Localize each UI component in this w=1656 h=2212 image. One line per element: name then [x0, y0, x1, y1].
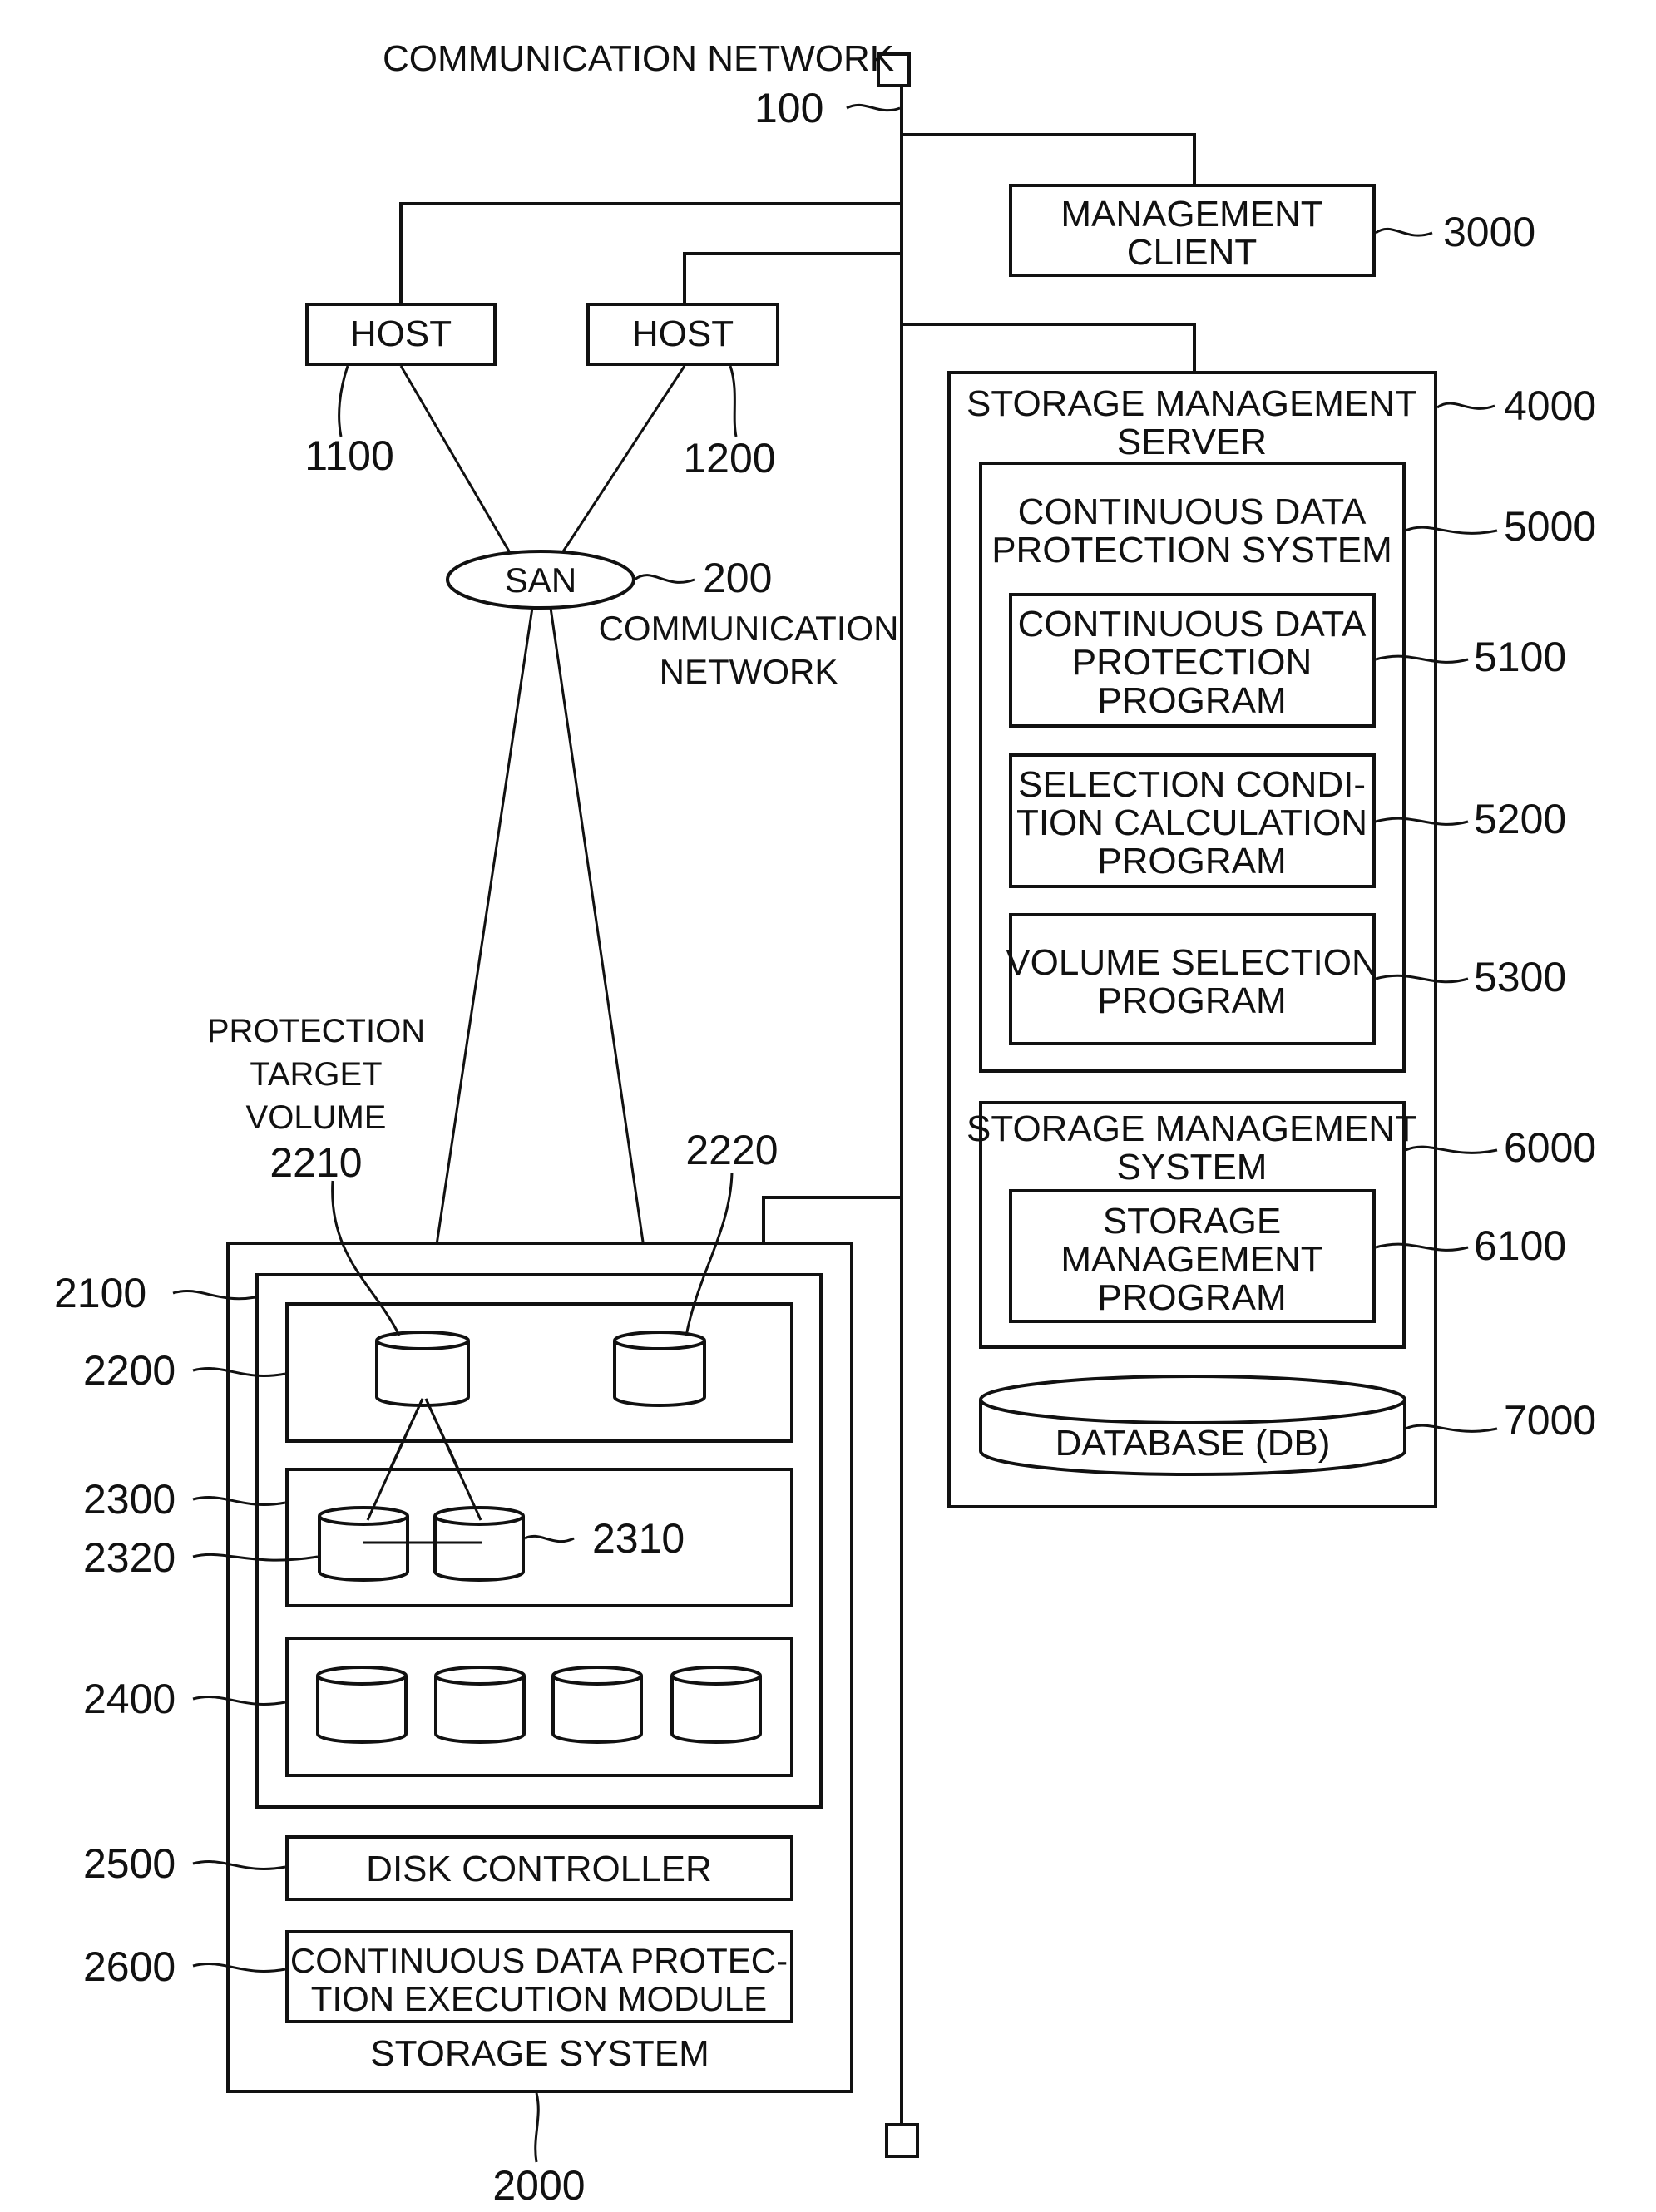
bus-terminator-bottom — [885, 2123, 919, 2158]
ref-2500: 2500 — [83, 1840, 175, 1887]
management-client-ref: 3000 — [1443, 209, 1535, 255]
san-ref: 200 — [703, 555, 772, 601]
link-management-client — [902, 133, 1196, 185]
volume-2220[interactable] — [613, 1331, 706, 1407]
volume-selection-program[interactable]: VOLUME SELECTION PROGRAM — [1006, 913, 1378, 1045]
ref-2100: 2100 — [54, 1270, 146, 1316]
link-san-2210 — [421, 607, 534, 1340]
cdp-system-line1: CONTINUOUS DATA — [1018, 491, 1367, 532]
host-1100-ref: 1100 — [304, 432, 394, 479]
host-1100-label: HOST — [350, 314, 452, 354]
network-title: COMMUNICATION NETWORK — [383, 38, 894, 79]
link-host2-san — [552, 365, 686, 566]
leader-1200 — [729, 365, 738, 437]
ref-2200: 2200 — [83, 1347, 175, 1394]
sccp-line2: TION CALCULATION — [1016, 802, 1367, 843]
smp-line3: PROGRAM — [1097, 1277, 1286, 1318]
cdp-module-line2: TION EXECUTION MODULE — [311, 1979, 767, 2018]
network-ref: 100 — [754, 85, 823, 131]
physical-disk — [316, 1666, 408, 1744]
management-client-line2: CLIENT — [1127, 232, 1257, 273]
protection-target-line1: PROTECTION — [207, 1013, 425, 1049]
leader-3000 — [1375, 227, 1433, 237]
database-ref: 7000 — [1504, 1397, 1596, 1444]
server-ref: 4000 — [1504, 383, 1596, 429]
link-host-1200 — [683, 252, 902, 304]
ref-2300: 2300 — [83, 1476, 175, 1523]
sms-line2: SYSTEM — [1117, 1147, 1268, 1187]
leader-200 — [634, 574, 695, 584]
link-san-2220 — [549, 607, 659, 1340]
protection-target-line3: VOLUME — [246, 1099, 387, 1136]
sms-ref: 6000 — [1504, 1124, 1596, 1171]
cdp-system-ref: 5000 — [1504, 503, 1596, 550]
disk-controller-label: DISK CONTROLLER — [366, 1849, 712, 1889]
host-1200-ref: 1200 — [683, 435, 775, 481]
cdp-program-ref: 5100 — [1474, 634, 1566, 680]
logical-volume-area-2200 — [285, 1302, 793, 1443]
cdp-program[interactable]: CONTINUOUS DATA PROTECTION PROGRAM — [1009, 593, 1376, 728]
host-1200[interactable]: HOST — [586, 303, 779, 366]
host-1100[interactable]: HOST — [305, 303, 497, 366]
link-storage-system — [762, 1196, 902, 1243]
sccp-line1: SELECTION CONDI- — [1018, 764, 1366, 805]
link-server — [902, 323, 1196, 373]
cdp-program-line1: CONTINUOUS DATA — [1018, 604, 1367, 644]
storage-system-label: STORAGE SYSTEM — [370, 2033, 709, 2074]
leader-4000 — [1436, 402, 1495, 410]
cdp-program-line2: PROTECTION — [1072, 642, 1312, 683]
smp-line2: MANAGEMENT — [1060, 1239, 1322, 1280]
physical-disk — [434, 1666, 526, 1744]
physical-disk — [670, 1666, 762, 1744]
ref-2320: 2320 — [83, 1534, 175, 1581]
cdp-system-line2: PROTECTION SYSTEM — [991, 530, 1392, 570]
protection-target-volume-2210[interactable] — [375, 1331, 470, 1407]
vsp-line2: PROGRAM — [1097, 980, 1286, 1021]
storage-management-program[interactable]: STORAGE MANAGEMENT PROGRAM — [1009, 1189, 1376, 1323]
link-host1-san — [399, 365, 519, 566]
san-label: SAN — [505, 560, 576, 600]
selection-condition-calculation-program[interactable]: SELECTION CONDI- TION CALCULATION PROGRA… — [1009, 753, 1376, 888]
sccp-line3: PROGRAM — [1097, 841, 1286, 881]
host-1200-label: HOST — [632, 314, 734, 354]
leader-100 — [846, 103, 901, 112]
management-client[interactable]: MANAGEMENT CLIENT — [1009, 184, 1376, 277]
san-caption-2: NETWORK — [660, 652, 838, 691]
smp-ref: 6100 — [1474, 1222, 1566, 1269]
vsp-ref: 5300 — [1474, 954, 1566, 1000]
management-client-line1: MANAGEMENT — [1060, 194, 1322, 235]
ref-2310: 2310 — [592, 1515, 685, 1562]
san-cloud[interactable]: SAN — [446, 550, 635, 610]
protection-target-ref: 2210 — [269, 1139, 362, 1186]
server-line2: SERVER — [1117, 422, 1267, 462]
ref-2400: 2400 — [83, 1676, 175, 1722]
san-caption-1: COMMUNICATION — [599, 609, 899, 648]
disk-controller[interactable]: DISK CONTROLLER — [285, 1835, 793, 1901]
database-label: DATABASE (DB) — [1055, 1423, 1331, 1464]
cdp-module-line1: CONTINUOUS DATA PROTEC- — [290, 1941, 788, 1980]
leader-1100 — [338, 365, 349, 437]
ref-2220: 2220 — [685, 1127, 778, 1173]
smp-line1: STORAGE — [1103, 1201, 1281, 1242]
cdp-execution-module[interactable]: CONTINUOUS DATA PROTEC- TION EXECUTION M… — [285, 1930, 793, 2023]
protection-target-line2: TARGET — [250, 1056, 382, 1093]
sccp-ref: 5200 — [1474, 796, 1566, 842]
server-line1: STORAGE MANAGEMENT — [966, 383, 1417, 424]
cdp-program-line3: PROGRAM — [1097, 680, 1286, 721]
database[interactable]: DATABASE (DB) — [979, 1375, 1406, 1476]
leader-2000 — [534, 2092, 540, 2163]
ref-2600: 2600 — [83, 1943, 175, 1990]
storage-system-ref: 2000 — [492, 2162, 585, 2209]
physical-disk — [551, 1666, 643, 1744]
vsp-line1: VOLUME SELECTION — [1006, 942, 1377, 983]
system-diagram: COMMUNICATION NETWORK 100 HOST 1100 HOST… — [54, 38, 1596, 2209]
sms-line1: STORAGE MANAGEMENT — [966, 1108, 1417, 1149]
